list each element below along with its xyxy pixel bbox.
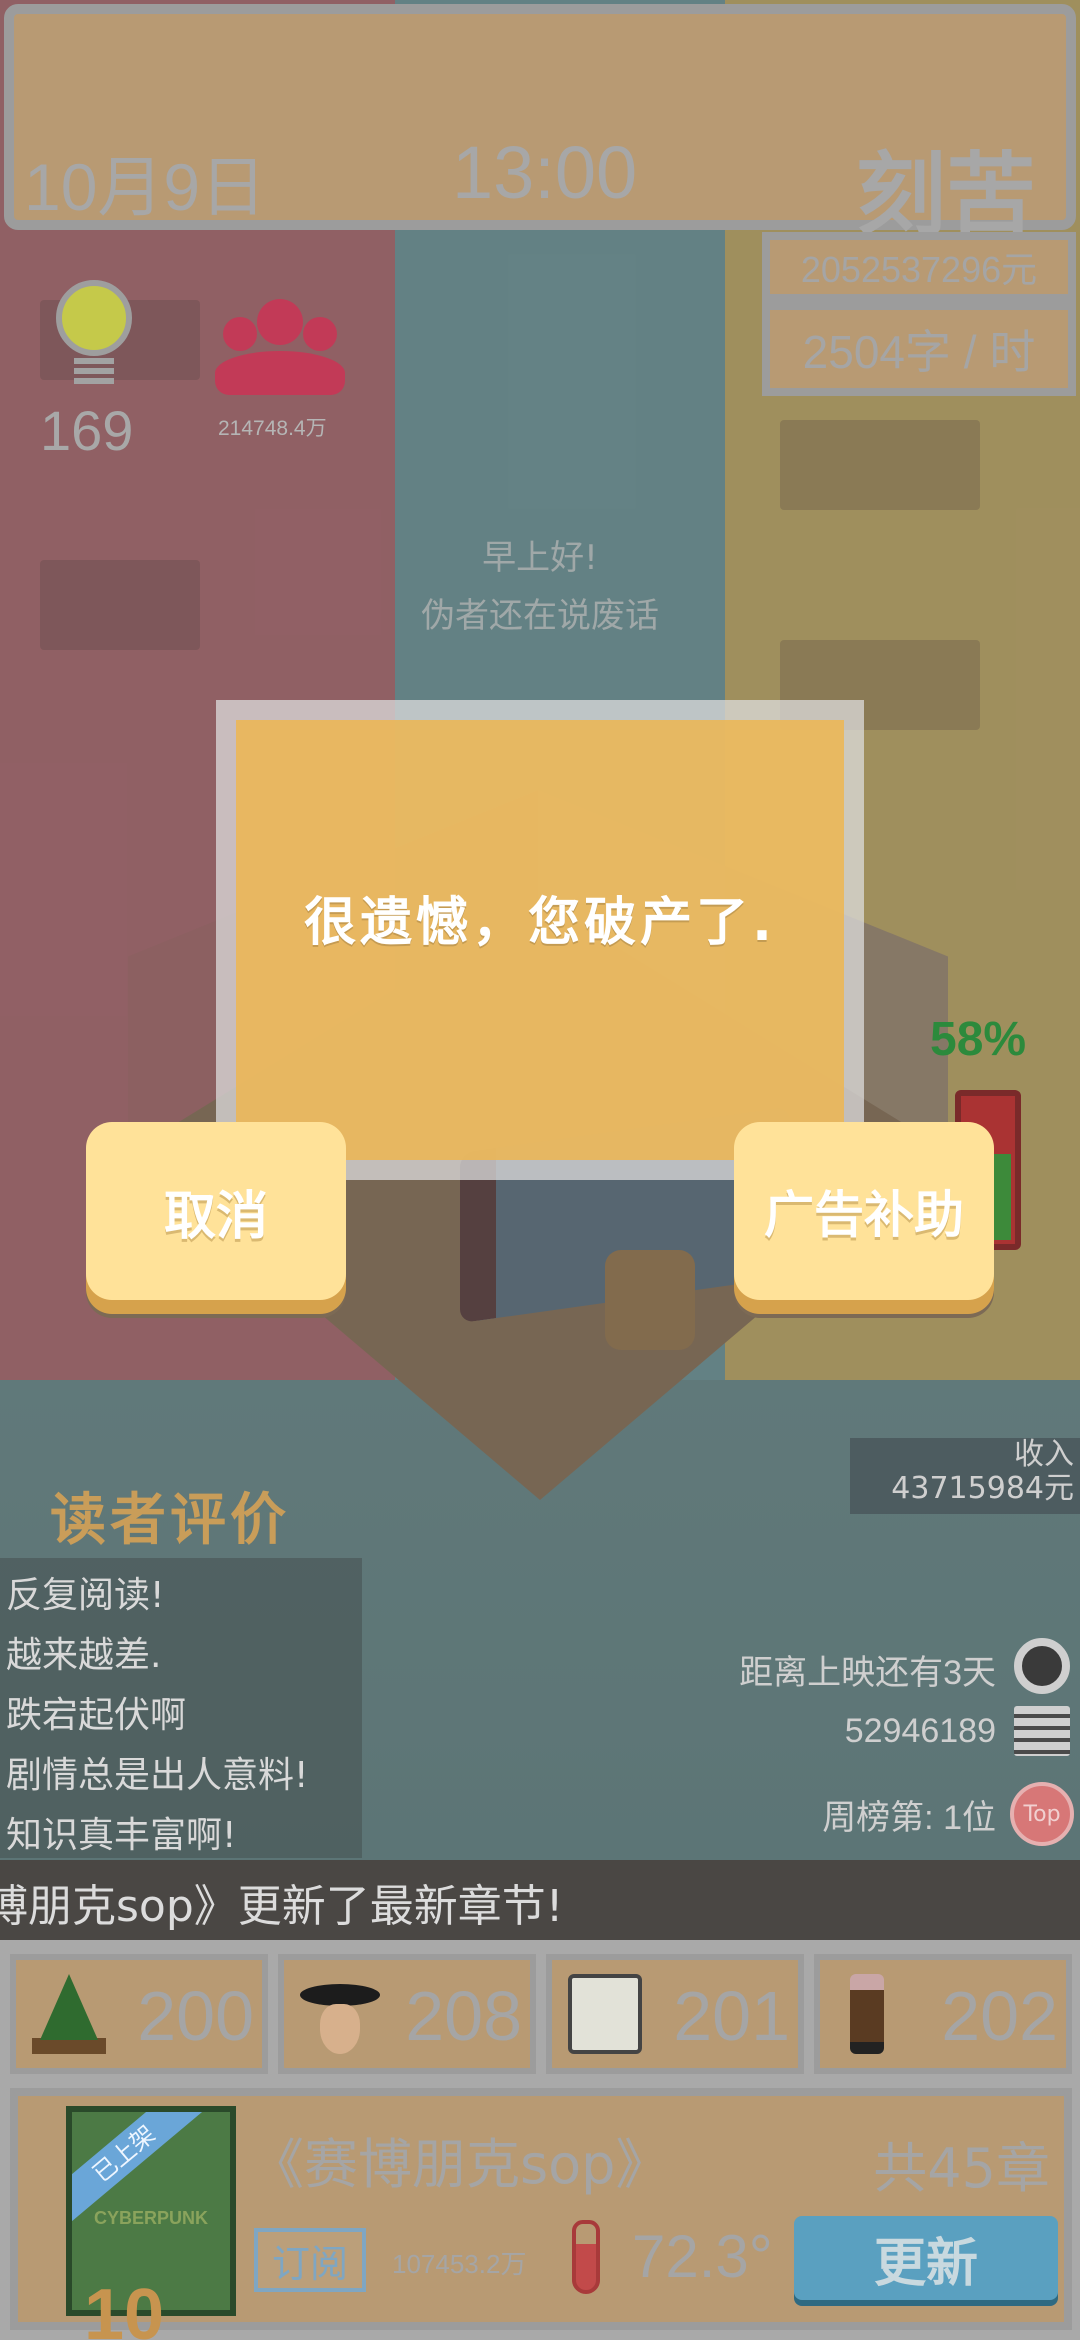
attribute-mystery[interactable]: 208: [278, 1954, 536, 2074]
income-value: 43715984元: [891, 1471, 1074, 1506]
dialog-message: 很遗憾，您破产了.: [304, 893, 776, 953]
income-panel: 收入 43715984元: [850, 1438, 1080, 1514]
game-time: 13:00: [452, 131, 638, 214]
update-button[interactable]: 更新: [794, 2216, 1058, 2300]
fans-count: 214748.4万: [218, 417, 327, 440]
book-title: 《赛博朋克sop》: [250, 2133, 670, 2196]
review-item: 知识真丰富啊!: [6, 1815, 237, 1856]
cancel-button[interactable]: 取消: [86, 1122, 346, 1300]
fans-icon: [215, 295, 345, 395]
chapter-count: 共45章: [873, 2137, 1050, 2200]
news-ticker: 博朋克sop》更新了最新章节!: [0, 1860, 1080, 1940]
attribute-value: 201: [673, 1977, 790, 2055]
bankruptcy-dialog: 很遗憾，您破产了.: [216, 700, 864, 1180]
attribute-writing[interactable]: 202: [814, 1954, 1072, 2074]
bottom-panel: 200 208 201 202 已上架 CYBERPUNK 10 《赛博朋克so…: [0, 1940, 1080, 2340]
tree-icon: [32, 1974, 106, 2054]
book-row: 已上架 CYBERPUNK 10 《赛博朋克sop》 共45章 订阅 10745…: [10, 2088, 1072, 2340]
income-label: 收入: [1014, 1437, 1074, 1472]
review-item: 跌宕起伏啊: [6, 1695, 187, 1736]
ticker-text: 博朋克sop》更新了最新章节!: [0, 1881, 564, 1932]
greeting-line: 早上好!: [482, 538, 598, 578]
book-level: 10: [84, 2275, 165, 2340]
game-date: 10月9日: [24, 150, 267, 224]
energy-percent: 58%: [930, 1013, 1027, 1066]
detective-icon: [300, 1974, 380, 2054]
subscriber-count: 107453.2万: [392, 2249, 527, 2279]
cover-title: CYBERPUNK: [93, 2208, 208, 2228]
top-hud: 10月9日 13:00 刻苦: [4, 4, 1076, 246]
ad-subsidy-button[interactable]: 广告补助: [734, 1122, 994, 1300]
books-stack-icon[interactable]: [1014, 1706, 1070, 1756]
money-display: 2052537296元: [762, 232, 1076, 302]
reviews-list: 反复阅读! 越来越差. 跌宕起伏啊 剧情总是出人意料! 知识真丰富啊!: [0, 1558, 362, 1858]
idea-count: 169: [40, 399, 134, 462]
pencil-icon: [850, 1974, 884, 2054]
attribute-value: 208: [405, 1977, 522, 2055]
writing-speed-display: 2504字 / 时: [762, 302, 1076, 396]
attribute-value: 200: [137, 1977, 254, 2055]
heat-value: 72.3°: [632, 2223, 773, 2290]
weekly-ranking: 周榜第: 1位: [822, 1799, 996, 1837]
collection-count: 52946189: [844, 1712, 996, 1750]
film-reel-icon[interactable]: [1014, 1638, 1070, 1694]
review-item: 越来越差.: [6, 1635, 162, 1676]
greeting-subline: 伪者还在说废话: [421, 596, 659, 636]
attribute-knowledge[interactable]: 201: [546, 1954, 804, 2074]
attribute-bar: 200 208 201 202: [10, 1954, 1072, 2074]
attribute-nature[interactable]: 200: [10, 1954, 268, 2074]
movie-countdown: 距离上映还有3天: [739, 1654, 996, 1692]
review-item: 反复阅读!: [6, 1575, 165, 1616]
lightbulb-icon: [50, 280, 140, 388]
top-badge-icon[interactable]: Top: [1010, 1782, 1074, 1846]
review-item: 剧情总是出人意料!: [6, 1755, 309, 1796]
subscribe-button[interactable]: 订阅: [254, 2228, 366, 2292]
attribute-value: 202: [941, 1977, 1058, 2055]
book-icon: [568, 1974, 642, 2054]
reviews-title: 读者评价: [50, 1488, 290, 1553]
thermometer-icon: [572, 2220, 600, 2294]
